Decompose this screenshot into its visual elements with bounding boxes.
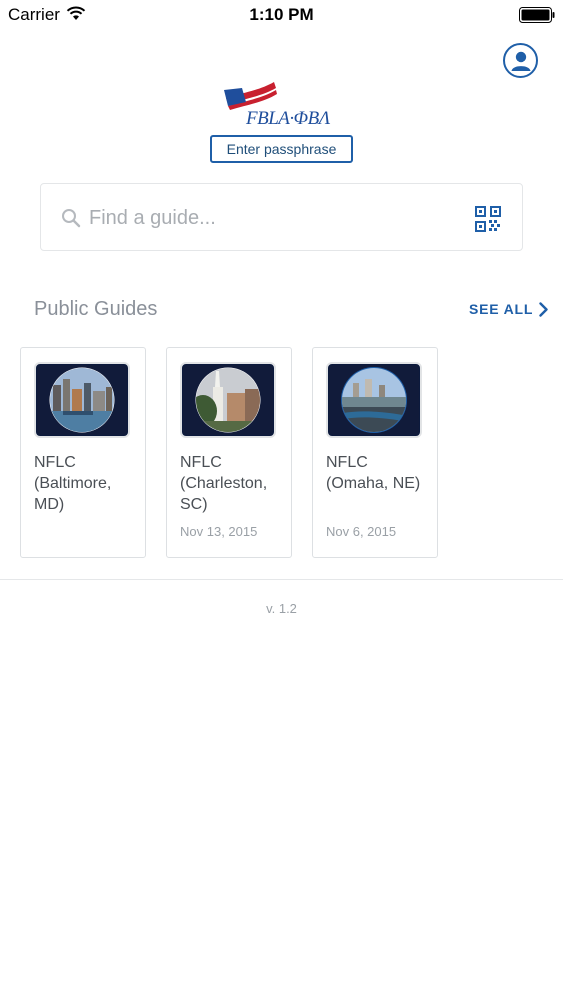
guide-card-omaha[interactable]: NFLC (Omaha, NE) Nov 6, 2015 <box>312 347 438 558</box>
guide-date: Nov 6, 2015 <box>326 524 397 539</box>
see-all-label: SEE ALL <box>469 301 534 317</box>
guide-title: NFLC (Baltimore, MD) <box>34 454 112 513</box>
guide-title: NFLC (Omaha, NE) <box>326 454 421 492</box>
divider <box>0 579 563 580</box>
app-screen: Carrier 1:10 PM FBLA·ΦBΛ Enter passphras… <box>0 0 563 1000</box>
guide-title: NFLC (Charleston, SC) <box>180 454 268 513</box>
guide-thumbnail <box>180 362 276 438</box>
profile-button[interactable] <box>503 43 538 78</box>
guide-thumbnail <box>34 362 130 438</box>
enter-passphrase-button[interactable]: Enter passphrase <box>210 135 353 163</box>
charleston-photo <box>195 367 261 433</box>
guide-card-baltimore[interactable]: NFLC (Baltimore, MD) <box>20 347 146 558</box>
search-bar <box>40 183 523 251</box>
guide-date: Nov 13, 2015 <box>180 524 258 539</box>
search-icon <box>62 209 81 228</box>
omaha-photo <box>341 367 407 433</box>
baltimore-photo <box>49 367 115 433</box>
logo-text: FBLA·ΦBΛ <box>246 108 330 129</box>
search-input[interactable] <box>89 202 449 234</box>
status-bar: Carrier 1:10 PM <box>0 0 563 30</box>
guide-card-charleston[interactable]: NFLC (Charleston, SC) Nov 13, 2015 <box>166 347 292 558</box>
guide-thumbnail <box>326 362 422 438</box>
version-label: v. 1.2 <box>266 601 297 616</box>
chevron-right-icon <box>539 301 548 317</box>
status-time: 1:10 PM <box>249 5 314 24</box>
qr-code-icon[interactable] <box>475 206 501 232</box>
see-all-button[interactable]: SEE ALL <box>469 301 548 317</box>
battery-icon <box>519 7 555 23</box>
public-guides-heading: Public Guides <box>34 298 158 320</box>
user-icon <box>511 51 530 71</box>
